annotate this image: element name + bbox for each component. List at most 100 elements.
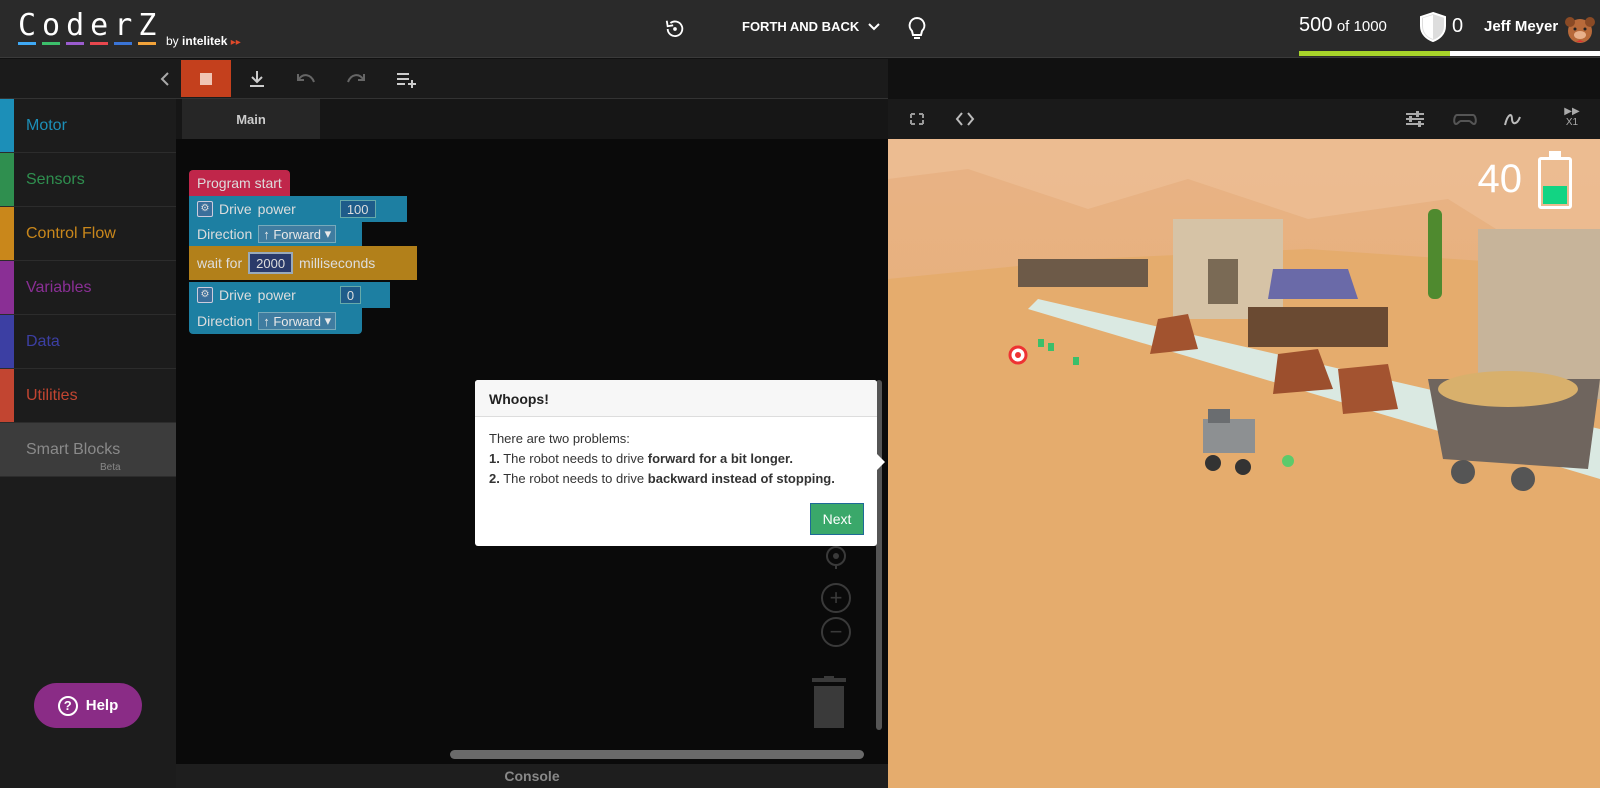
logo-byline: by intelitek ▸▸	[166, 34, 241, 48]
fullscreen-icon[interactable]	[906, 109, 928, 129]
category-color-stripe	[0, 315, 14, 368]
logo-color-bars	[18, 42, 156, 45]
logo-color-bar	[90, 42, 108, 45]
direction-label: Direction	[197, 226, 253, 242]
top-bar: CoderZ by intelitek ▸▸ FORTH AND BACK 50…	[0, 0, 1600, 58]
wait-label: wait for	[197, 255, 243, 271]
drive-label: Drive	[219, 287, 252, 303]
workspace-horizontal-scrollbar[interactable]	[450, 750, 864, 759]
simulation-toolbar: ▶▶ X1	[888, 99, 1600, 139]
logo-color-bar	[114, 42, 132, 45]
sidebar-item-motor[interactable]: Motor	[0, 99, 176, 153]
score-current: 500	[1299, 14, 1333, 36]
direction-value: ↑ Forward	[263, 226, 322, 242]
logo-color-bar	[18, 42, 36, 45]
category-label: Variables	[26, 278, 92, 296]
coderz-logo: CoderZ	[18, 8, 163, 43]
direction-dropdown[interactable]: ↑ Forward ▾	[258, 225, 337, 243]
gear-icon[interactable]: ⚙	[197, 287, 213, 303]
logo-by-text: by	[166, 34, 179, 48]
lightbulb-icon[interactable]	[906, 16, 928, 42]
dialog-intro: There are two problems:	[489, 431, 630, 446]
sidebar-item-variables[interactable]: Variables	[0, 261, 176, 315]
download-icon[interactable]	[246, 69, 268, 89]
drive-block-1[interactable]: ⚙ Drive power 100	[189, 196, 407, 222]
dialog-pointer	[877, 454, 885, 470]
category-label: Motor	[26, 116, 67, 134]
category-label: Data	[26, 332, 60, 350]
category-color-stripe	[0, 99, 14, 152]
logo-color-bar	[42, 42, 60, 45]
power-value-input[interactable]: 0	[339, 286, 362, 304]
sidebar-item-smart-blocks[interactable]: Smart Blocks Beta	[0, 423, 176, 477]
brand-arrows-icon: ▸▸	[230, 37, 241, 48]
sidebar-item-data[interactable]: Data	[0, 315, 176, 369]
direction-dropdown[interactable]: ↑ Forward ▾	[258, 312, 337, 330]
category-color-stripe	[0, 369, 14, 422]
speed-control[interactable]: ▶▶ X1	[1560, 106, 1584, 132]
wait-value-input[interactable]: 2000	[248, 252, 294, 274]
score-progress-bar	[1299, 51, 1600, 56]
question-icon: ?	[57, 695, 78, 716]
settings-sliders-icon[interactable]	[1404, 109, 1426, 129]
category-label: Control Flow	[26, 224, 116, 242]
trash-icon[interactable]	[810, 676, 848, 730]
dialog-body: There are two problems: 1. The robot nee…	[475, 417, 877, 501]
mission-title: FORTH AND BACK	[742, 19, 860, 34]
program-start-block[interactable]: Program start	[189, 170, 290, 196]
tab-main[interactable]: Main	[182, 99, 320, 139]
gear-icon[interactable]: ⚙	[197, 201, 213, 217]
shield-count: 0	[1452, 15, 1464, 37]
drive-label: Drive	[219, 201, 252, 217]
help-button[interactable]: ? Help	[34, 683, 142, 728]
collapse-sidebar-icon[interactable]	[156, 69, 174, 89]
desert-scene-image	[888, 139, 1600, 788]
sidebar-item-control-flow[interactable]: Control Flow	[0, 207, 176, 261]
stop-icon	[200, 72, 212, 85]
power-value-input[interactable]: 100	[339, 200, 376, 218]
beta-label: Beta	[100, 462, 121, 473]
category-color-stripe	[0, 207, 14, 260]
wait-block[interactable]: wait for 2000 milliseconds	[189, 246, 417, 280]
power-label: power	[257, 287, 296, 303]
add-list-icon[interactable]	[395, 69, 417, 89]
logo-color-bar	[138, 42, 156, 45]
drive-block-2-direction: Direction ↑ Forward ▾	[189, 308, 362, 334]
recenter-icon[interactable]	[822, 542, 850, 570]
code-view-icon[interactable]	[954, 109, 976, 129]
redo-icon[interactable]	[345, 69, 367, 89]
simulation-panel: ▶▶ X1 40	[888, 99, 1600, 788]
undo-icon[interactable]	[295, 69, 317, 89]
speed-label: X1	[1565, 117, 1579, 128]
sidebar-item-utilities[interactable]: Utilities	[0, 369, 176, 423]
wait-unit-label: milliseconds	[299, 255, 376, 271]
next-button[interactable]: Next	[810, 503, 864, 535]
battery-percent: 40	[1477, 157, 1523, 201]
logo-color-bar	[66, 42, 84, 45]
smart-blocks-label: Smart Blocks	[26, 440, 121, 458]
sidebar-item-sensors[interactable]: Sensors	[0, 153, 176, 207]
workspace-tab-bar: Main	[176, 99, 888, 139]
score-total: of 1000	[1336, 18, 1387, 35]
gamepad-icon[interactable]	[1452, 109, 1478, 129]
drive-block-2[interactable]: ⚙ Drive power 0	[189, 282, 390, 308]
program-start-label: Program start	[197, 175, 282, 191]
history-icon[interactable]	[664, 18, 686, 40]
avatar[interactable]	[1564, 14, 1596, 48]
path-trace-icon[interactable]	[1502, 109, 1524, 129]
zoom-in-button[interactable]: +	[821, 583, 851, 613]
whoops-dialog: Whoops! There are two problems: 1. The r…	[475, 380, 885, 546]
mission-selector[interactable]: FORTH AND BACK	[742, 19, 881, 34]
editor-toolbar	[0, 59, 888, 99]
category-label: Utilities	[26, 386, 78, 404]
zoom-out-button[interactable]: −	[821, 617, 851, 647]
help-label: Help	[85, 697, 119, 714]
simulation-3d-scene[interactable]: 40	[888, 139, 1600, 788]
dialog-title: Whoops!	[475, 380, 877, 417]
category-label: Sensors	[26, 170, 85, 188]
stop-button[interactable]	[181, 60, 231, 97]
user-name[interactable]: Jeff Meyer	[1484, 18, 1558, 35]
category-list: Motor Sensors Control Flow Variables Data Uti…	[0, 99, 176, 423]
dialog-problem-1: 1. The robot needs to drive forward for …	[489, 451, 793, 466]
console-toggle[interactable]: Console	[176, 764, 888, 788]
